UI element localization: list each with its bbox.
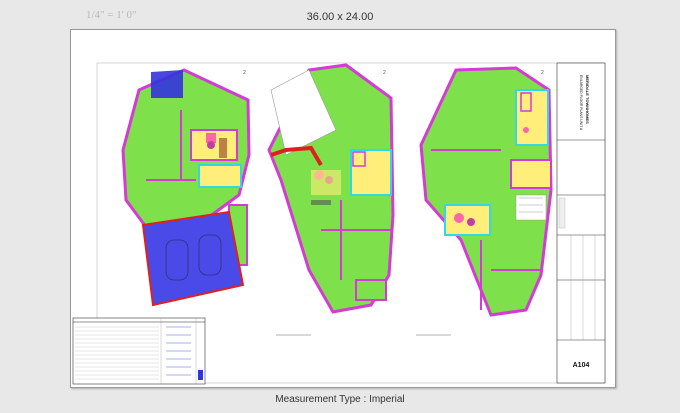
detail-marker: 2 [383, 70, 386, 76]
project-title: MERIDALE TOWNHOMES [585, 75, 590, 124]
floor-plan-1[interactable]: 2 [121, 68, 251, 307]
title-block: MERIDALE TOWNHOMES ENLARGED FLOOR PLANS … [556, 62, 606, 384]
floor-plan-2[interactable]: 2 [267, 63, 395, 314]
drawing-sheet[interactable]: 2 2 2 MERIDALE TOWNHOMES ENLARGED FLOOR … [70, 29, 616, 388]
legend-table [72, 317, 206, 385]
detail-marker: 2 [243, 70, 246, 76]
floor-plan-drawing[interactable]: 2 2 2 MERIDALE TOWNHOMES ENLARGED FLOOR … [71, 30, 615, 387]
detail-marker: 2 [541, 70, 544, 76]
project-subtitle: ENLARGED FLOOR PLANS UNIT A [579, 75, 583, 131]
floor-plan-3[interactable]: 2 [419, 66, 553, 317]
sheet-size-label: 36.00 x 24.00 [306, 11, 374, 23]
sheet-number: A104 [573, 362, 590, 369]
measurement-type-label: Measurement Type : Imperial [275, 394, 405, 405]
